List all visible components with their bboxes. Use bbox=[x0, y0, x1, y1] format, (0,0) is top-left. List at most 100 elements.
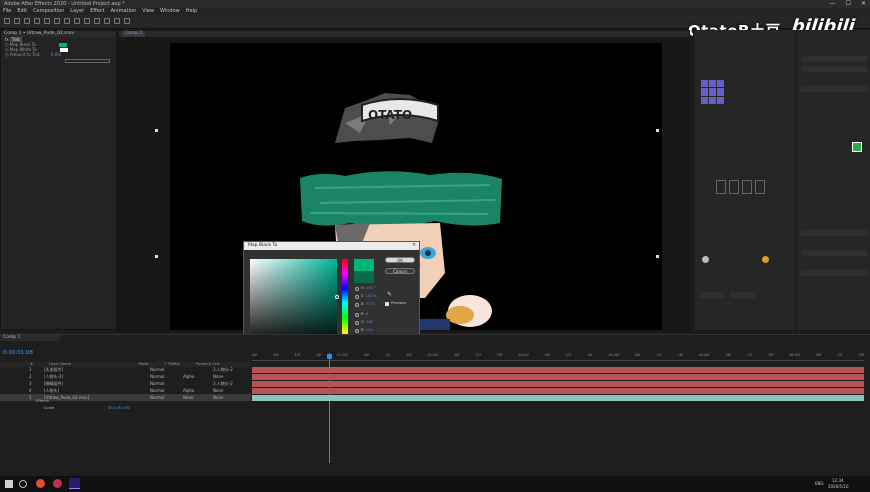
camera-tool-icon[interactable] bbox=[54, 18, 60, 24]
chrome-icon[interactable] bbox=[36, 479, 45, 488]
effects-label[interactable]: Effects bbox=[36, 398, 49, 403]
rectangle-tool-icon[interactable] bbox=[74, 18, 80, 24]
transform-handle[interactable] bbox=[155, 255, 158, 258]
r-radio[interactable] bbox=[355, 313, 359, 317]
ruler-tick: 12f bbox=[294, 353, 300, 357]
previous-checkbox[interactable] bbox=[385, 302, 389, 306]
leading-field[interactable] bbox=[801, 250, 867, 256]
current-color-swatch bbox=[354, 271, 374, 283]
tracking-field[interactable] bbox=[801, 230, 867, 236]
ruler-tick: 02:00f bbox=[427, 353, 439, 357]
time-ruler[interactable]: 00f 06f 12f 18f 01:00f 06f 12f 18f 02:00f 06f 12f 1… bbox=[252, 353, 864, 361]
baseline-field[interactable] bbox=[801, 270, 867, 276]
cancel-button[interactable]: Cancel bbox=[385, 268, 415, 274]
paragraph-button[interactable] bbox=[730, 292, 756, 298]
timeline-tab[interactable]: Comp 1 bbox=[0, 335, 60, 341]
eyedropper-icon[interactable]: ✎ bbox=[387, 291, 392, 298]
menu-layer[interactable]: Layer bbox=[70, 8, 84, 15]
render-icon[interactable] bbox=[762, 256, 769, 263]
s-value[interactable]: S: 100 % bbox=[361, 294, 377, 298]
window-title: Adobe After Effects 2020 - Untitled Proj… bbox=[4, 1, 125, 7]
layer-row[interactable]: 2 [人物头-2] Normal Alpha None bbox=[0, 373, 251, 380]
layer-duration-bar[interactable] bbox=[252, 380, 864, 387]
start-icon[interactable] bbox=[5, 480, 13, 488]
swap-colors-button[interactable] bbox=[65, 59, 110, 63]
r-value[interactable]: R: 0 bbox=[361, 312, 368, 316]
info-icon[interactable] bbox=[702, 256, 709, 263]
type-tool-icon[interactable] bbox=[94, 18, 100, 24]
scale-value[interactable]: 83.0,83.0% bbox=[108, 405, 130, 410]
playhead-handle[interactable] bbox=[327, 354, 332, 359]
pen-tool-icon[interactable] bbox=[84, 18, 90, 24]
menu-edit[interactable]: Edit bbox=[17, 8, 27, 15]
layer-duration-bar[interactable] bbox=[252, 366, 864, 373]
b-value[interactable]: B: 71 % bbox=[361, 302, 375, 306]
align-buttons[interactable] bbox=[716, 180, 766, 194]
menu-view[interactable]: View bbox=[142, 8, 154, 15]
zoom-tool-icon[interactable] bbox=[34, 18, 40, 24]
blue-value[interactable]: B: 120 bbox=[361, 328, 373, 332]
hand-tool-icon[interactable] bbox=[24, 18, 30, 24]
font-style-field[interactable] bbox=[801, 66, 867, 72]
amount-to-tint-row[interactable]: ◷ Amount to Tint 0.0% bbox=[1, 52, 116, 57]
ok-button[interactable]: OK bbox=[385, 257, 415, 263]
menu-window[interactable]: Window bbox=[160, 8, 180, 15]
layer-row[interactable]: 1 [头发组件] Normal 3.人物头-2 bbox=[0, 366, 251, 373]
menu-animation[interactable]: Animation bbox=[111, 8, 137, 15]
font-family-field[interactable] bbox=[801, 56, 867, 62]
size-field[interactable] bbox=[801, 86, 867, 92]
close-button[interactable]: ✕ bbox=[861, 0, 866, 7]
layer-duration-bar[interactable] bbox=[252, 373, 864, 380]
b-radio[interactable] bbox=[355, 303, 359, 307]
media-app-icon[interactable] bbox=[53, 479, 62, 488]
layer-duration-bar[interactable] bbox=[252, 387, 864, 394]
layer-row[interactable]: 3 [眼睛组件] Normal 3.人物头-2 bbox=[0, 380, 251, 387]
fill-color-swatch[interactable] bbox=[852, 142, 862, 152]
pan-behind-tool-icon[interactable] bbox=[64, 18, 70, 24]
minimize-button[interactable]: — bbox=[830, 0, 836, 7]
viewer-tab[interactable]: Comp 1 bbox=[122, 31, 146, 37]
amount-to-tint-value[interactable]: 0.0% bbox=[51, 52, 61, 57]
map-white-swatch[interactable] bbox=[59, 48, 68, 52]
transform-handle[interactable] bbox=[155, 129, 158, 132]
brush-tool-icon[interactable] bbox=[104, 18, 110, 24]
g-radio[interactable] bbox=[355, 321, 359, 325]
search-icon[interactable] bbox=[19, 480, 27, 488]
h-radio[interactable] bbox=[355, 287, 359, 291]
color-cursor[interactable] bbox=[335, 295, 339, 299]
layer-row[interactable]: 4 [人物头] Normal Alpha None bbox=[0, 387, 251, 394]
ruler-tick: 03:00f bbox=[518, 353, 529, 357]
language-indicator[interactable]: ENG bbox=[815, 481, 824, 486]
anchor-grid[interactable] bbox=[701, 80, 725, 104]
maximize-button[interactable]: ☐ bbox=[846, 0, 851, 7]
dialog-title-bar: Map Black To ✕ bbox=[244, 242, 419, 250]
current-time[interactable]: 0:00:01:08 bbox=[3, 350, 33, 356]
ruler-tick: 18f bbox=[587, 353, 593, 357]
g-value[interactable]: G: 181 bbox=[361, 320, 373, 324]
menu-effect[interactable]: Effect bbox=[90, 8, 104, 15]
new-color-swatch bbox=[354, 259, 374, 271]
clock-time[interactable]: 12:34 bbox=[832, 478, 844, 483]
layer-duration-bar[interactable] bbox=[252, 394, 864, 401]
dialog-close-icon[interactable]: ✕ bbox=[412, 242, 416, 250]
clock-date[interactable]: 2020/5/10 bbox=[828, 484, 849, 489]
viewer-tabs: Comp 1 bbox=[119, 31, 689, 37]
character-button[interactable] bbox=[699, 292, 725, 298]
transform-handle[interactable] bbox=[656, 255, 659, 258]
h-value[interactable]: H: 163 ° bbox=[361, 286, 376, 290]
transform-handle[interactable] bbox=[656, 129, 659, 132]
s-radio[interactable] bbox=[355, 295, 359, 299]
scale-label[interactable]: Scale bbox=[44, 405, 54, 410]
menu-help[interactable]: Help bbox=[186, 8, 197, 15]
blue-radio[interactable] bbox=[355, 329, 359, 333]
menu-file[interactable]: File bbox=[3, 8, 11, 15]
eraser-tool-icon[interactable] bbox=[124, 18, 130, 24]
ruler-tick: 06f bbox=[815, 353, 822, 357]
rotate-tool-icon[interactable] bbox=[44, 18, 50, 24]
selection-tool-icon[interactable] bbox=[14, 18, 20, 24]
after-effects-icon[interactable] bbox=[69, 478, 80, 489]
menu-composition[interactable]: Composition bbox=[33, 8, 64, 15]
ruler-tick: 06f bbox=[635, 353, 641, 357]
stamp-tool-icon[interactable] bbox=[114, 18, 120, 24]
home-icon[interactable] bbox=[4, 18, 10, 24]
